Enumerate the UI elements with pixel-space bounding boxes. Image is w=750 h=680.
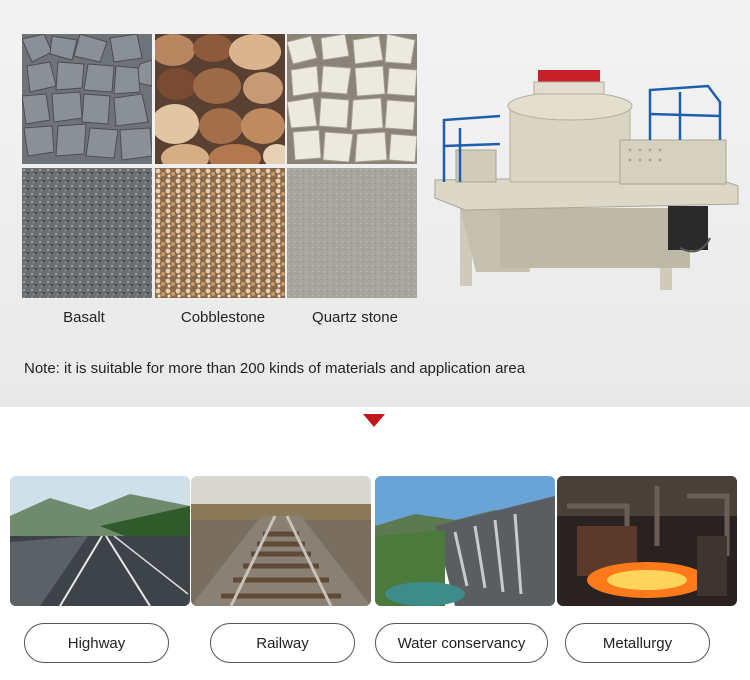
quartz-sand-image [287,168,417,298]
materials-note: Note: it is suitable for more than 200 k… [24,360,526,377]
sand-making-machine-image [434,70,739,290]
basalt-rock-image [22,34,152,164]
basalt-sand-image [22,168,152,298]
highway-button[interactable]: Highway [24,623,169,663]
chevron-down-icon [363,414,385,427]
material-label-quartz-stone: Quartz stone [312,309,398,326]
cobblestone-sand-image [155,168,285,298]
material-label-cobblestone: Cobblestone [180,309,266,326]
water-conservancy-image [375,476,555,606]
railway-button[interactable]: Railway [210,623,355,663]
section-divider-notch [322,407,426,437]
railway-image [191,476,371,606]
material-label-basalt: Basalt [63,309,105,326]
metallurgy-button[interactable]: Metallurgy [565,623,710,663]
highway-image [10,476,190,606]
metallurgy-image [557,476,737,606]
cobblestone-image [155,34,285,164]
water-conservancy-button[interactable]: Water conservancy [375,623,548,663]
quartz-stone-image [287,34,417,164]
